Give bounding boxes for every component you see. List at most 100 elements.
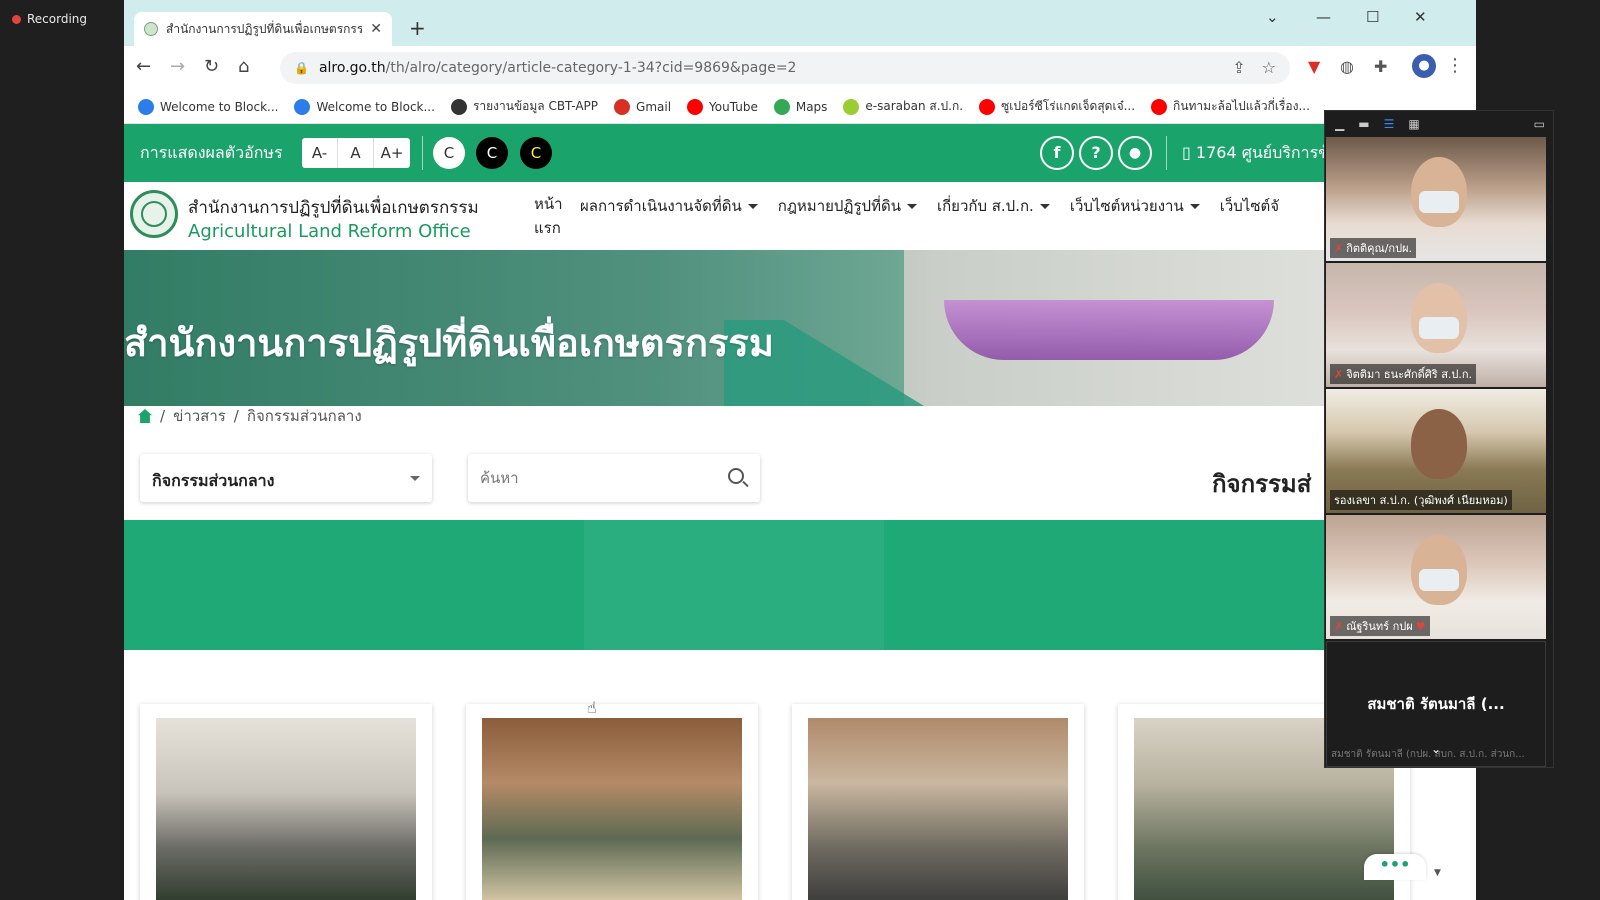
font-normal-button[interactable]: A [338, 138, 374, 168]
grid-view-icon[interactable]: ▦ [1408, 117, 1419, 131]
participant-tile[interactable]: รองเลขา ส.ป.ก. (วุฒิพงศ์ เนียมหอม) [1326, 389, 1546, 513]
article-card[interactable] [140, 704, 432, 900]
nav-item-about[interactable]: เกี่ยวกับ ส.ป.ก. [937, 194, 1050, 218]
new-tab-button[interactable]: + [409, 16, 426, 40]
url-path: /th/alro/category/article-category-1-34?… [385, 60, 797, 76]
bookmark-item[interactable]: กินทามะล้อไปแล้วกี่เรื่อง... [1151, 97, 1310, 116]
chevron-down-icon[interactable]: ⌄ [1431, 742, 1441, 756]
breadcrumb-news[interactable]: ข่าวสาร [173, 404, 226, 428]
alro-logo[interactable] [130, 190, 178, 238]
bookmark-item[interactable]: Maps [773, 98, 828, 115]
tab-title: สำนักงานการปฏิรูปที่ดินเพื่อเกษตรกรรม [166, 21, 363, 36]
nav-item-province-sites[interactable]: เว็บไซต์จั [1220, 194, 1279, 218]
bookmark-item[interactable]: รายงานข้อมูล CBT-APP [450, 97, 598, 116]
hero-title: สำนักงานการปฏิรูปที่ดินเพื่อเกษตรกรรม [124, 321, 774, 365]
extensions-puzzle-icon[interactable]: ✚ [1374, 57, 1387, 76]
participant-tile[interactable]: ✗ จิตติมา ธนะศักดิ์ศิริ ส.ป.ก. [1326, 263, 1546, 387]
user-icon[interactable]: ● [1118, 136, 1152, 170]
font-decrease-button[interactable]: A- [302, 138, 338, 168]
home-icon[interactable]: ⌂ [238, 56, 249, 77]
bookmark-item[interactable]: e-saraban ส.ป.ก. [843, 97, 963, 116]
bookmark-label: ซูเปอร์ซีโร่แกดเจ็ดสุดเจ๋... [1001, 99, 1136, 113]
desktop: Recording สำนักงานการปฏิรูปที่ดินเพื่อเก… [0, 0, 1600, 900]
facebook-icon[interactable]: f [1040, 136, 1074, 170]
main-navbar: สำนักงานการปฏิรูปที่ดินเพื่อเกษตรกรรม Ag… [124, 182, 1476, 250]
bookmark-label: Welcome to Block... [160, 99, 279, 114]
tab-search-icon[interactable]: ⌄ [1266, 8, 1279, 26]
article-thumbnail[interactable] [156, 718, 416, 900]
bookmark-label: กินทามะล้อไปแล้วกี่เรื่อง... [1173, 99, 1310, 113]
search-icon[interactable] [728, 468, 744, 484]
bookmarks-bar: Welcome to Block... Welcome to Block... รา… [124, 90, 1476, 124]
contrast-dark-button[interactable]: C [476, 137, 508, 169]
address-bar-actions: ⇪ ☆ [1232, 58, 1276, 77]
hotline-text[interactable]: ▯ 1764 ศูนย์บริการข้ [1182, 141, 1329, 166]
extension-globe-icon[interactable]: ◍ [1340, 57, 1354, 76]
forward-icon[interactable]: → [170, 56, 185, 77]
maximize-button[interactable]: ☐ [1366, 8, 1379, 26]
nav-item-agency-sites[interactable]: เว็บไซต์หน่วยงาน [1070, 194, 1200, 218]
bookmark-item[interactable]: Gmail [614, 98, 672, 115]
minimize-button[interactable]: — [1316, 8, 1331, 26]
bookmark-item[interactable]: Welcome to Block... [138, 98, 279, 115]
profile-avatar-icon[interactable]: ● [1412, 54, 1436, 78]
close-window-button[interactable]: ✕ [1414, 8, 1427, 26]
popout-icon[interactable]: ▭ [1534, 117, 1545, 131]
face-mask [1419, 317, 1459, 339]
home-icon[interactable] [138, 409, 152, 423]
meeting-panel: ▁ ▬ ☰ ▦ ▭ ✗ กิตติคุณ/กปผ. ✗ จิตติมา ธนะศัก… [1324, 110, 1554, 768]
nav-item-laws[interactable]: กฎหมายปฏิรูปที่ดิน [778, 194, 917, 218]
article-card[interactable] [792, 704, 1084, 900]
record-dot-icon [12, 14, 21, 24]
mic-off-icon: ✗ [1334, 367, 1344, 381]
recording-indicator: Recording [12, 12, 87, 26]
nav-home-link[interactable]: หน้าแรก [534, 192, 574, 240]
font-increase-button[interactable]: A+ [374, 138, 410, 168]
contrast-normal-button[interactable]: C [433, 137, 465, 169]
article-thumbnail[interactable] [808, 718, 1068, 900]
participant-name-tag: ✗ ณัฐรินทร์ กปผ ♥ [1330, 616, 1430, 636]
tab-strip: สำนักงานการปฏิรูปที่ดินเพื่อเกษตรกรรม ✕ … [124, 0, 1476, 46]
nav-item-label: เกี่ยวกับ ส.ป.ก. [936, 197, 1034, 215]
reload-icon[interactable]: ↻ [204, 56, 219, 77]
section-title: กิจกรรมส่ [1212, 470, 1312, 498]
participant-name-tag: ✗ กิตติคุณ/กปผ. [1330, 238, 1417, 258]
share-icon[interactable]: ⇪ [1232, 58, 1245, 77]
back-icon[interactable]: ← [136, 56, 151, 77]
participant-video [1411, 409, 1467, 479]
globe-icon [450, 98, 467, 115]
search-input[interactable] [480, 466, 700, 490]
menu-kebab-icon[interactable]: ⋮ [1446, 55, 1464, 76]
bookmark-label: Gmail [636, 99, 672, 114]
address-bar[interactable]: 🔒 alro.go.th/th/alro/category/article-ca… [280, 52, 1290, 84]
bookmark-item[interactable]: ซูเปอร์ซีโร่แกดเจ็ดสุดเจ๋... [979, 97, 1135, 116]
category-select-value: กิจกรรมส่วนกลาง [152, 471, 275, 490]
bookmark-item[interactable]: Welcome to Block... [294, 98, 435, 115]
hand-cursor-icon: ☝ [587, 698, 597, 717]
participant-name: จิตติมา ธนะศักดิ์ศิริ ส.ป.ก. [1346, 368, 1473, 381]
chat-button[interactable]: ••• [1364, 854, 1426, 880]
minimize-view-icon[interactable]: ▁ [1335, 117, 1344, 131]
bookmark-label: Maps [795, 99, 828, 114]
close-icon[interactable]: ✕ [370, 21, 382, 37]
browser-window: สำนักงานการปฏิรูปที่ดินเพื่อเกษตรกรรม ✕ … [124, 0, 1476, 900]
caret-down-icon [906, 204, 917, 209]
participant-tile[interactable]: ✗ ณัฐรินทร์ กปผ ♥ [1326, 515, 1546, 639]
bookmark-item[interactable]: YouTube [687, 98, 758, 115]
speaker-view-icon[interactable]: ☰ [1384, 117, 1395, 131]
help-icon[interactable]: ? [1079, 136, 1113, 170]
extension-shield-icon[interactable]: ▼ [1308, 57, 1320, 76]
browser-tab[interactable]: สำนักงานการปฏิรูปที่ดินเพื่อเกษตรกรรม ✕ [134, 12, 392, 46]
article-card[interactable] [466, 704, 758, 900]
strip-view-icon[interactable]: ▬ [1358, 117, 1369, 131]
bookmark-star-icon[interactable]: ☆ [1262, 58, 1276, 77]
active-speaker-tile[interactable]: สมชาติ รัตนมาลี (... สมชาติ รัตนมาลี (กป… [1326, 641, 1546, 767]
participant-tile[interactable]: ✗ กิตติคุณ/กปผ. [1326, 137, 1546, 261]
browser-toolbar: ← → ↻ ⌂ 🔒 alro.go.th/th/alro/category/ar… [124, 46, 1476, 90]
category-select[interactable]: กิจกรรมส่วนกลาง [140, 454, 432, 502]
contrast-yellow-button[interactable]: C [520, 137, 552, 169]
search-box [468, 454, 760, 502]
article-thumbnail[interactable] [482, 718, 742, 900]
nav-item-land-allocation[interactable]: ผลการดำเนินงานจัดที่ดิน [580, 194, 758, 218]
scroll-down-arrow-icon[interactable]: ▼ [1434, 868, 1441, 878]
